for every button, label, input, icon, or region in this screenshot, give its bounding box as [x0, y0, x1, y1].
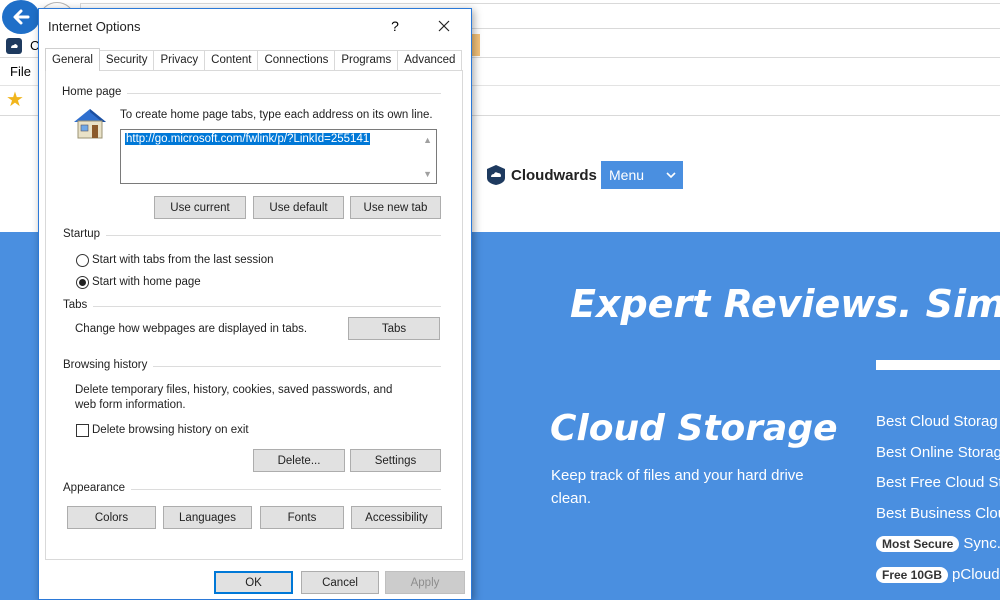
- site-menu-button[interactable]: Menu: [601, 161, 683, 189]
- scroll-up-icon[interactable]: ▲: [423, 135, 432, 145]
- tabs-description: Change how webpages are displayed in tab…: [75, 323, 308, 335]
- hero-link-text: Best Online Storag: [876, 443, 1000, 461]
- use-current-button[interactable]: Use current: [154, 196, 246, 219]
- tab-privacy[interactable]: Privacy: [153, 50, 206, 71]
- free-10gb-badge: Free 10GB: [876, 566, 949, 583]
- browsing-history-description-1: Delete temporary files, history, cookies…: [75, 384, 393, 396]
- hero-link[interactable]: Best Business Clou: [876, 502, 1000, 533]
- cancel-button[interactable]: Cancel: [301, 571, 379, 594]
- tabs-group-label: Tabs: [63, 299, 94, 311]
- startup-last-session-radio[interactable]: [76, 254, 89, 267]
- dialog-tabs: General Security Privacy Content Connect…: [45, 48, 463, 71]
- dialog-title: Internet Options: [48, 19, 141, 34]
- hero-link[interactable]: Best Free Cloud St: [876, 471, 1000, 502]
- accessibility-button[interactable]: Accessibility: [351, 506, 442, 529]
- cloud-storage-heading[interactable]: Cloud Storage: [550, 408, 838, 449]
- internet-options-dialog: Internet Options ? General Security Priv…: [38, 8, 472, 600]
- scroll-down-icon[interactable]: ▼: [423, 169, 432, 179]
- languages-button[interactable]: Languages: [163, 506, 252, 529]
- browsing-history-group-label: Browsing history: [63, 359, 154, 371]
- startup-home-page-radio[interactable]: [76, 276, 89, 289]
- tab-advanced[interactable]: Advanced: [397, 50, 463, 71]
- close-button[interactable]: [425, 13, 463, 39]
- help-button[interactable]: ?: [378, 13, 412, 39]
- hero-link-text: Best Cloud Storag: [876, 413, 998, 430]
- fonts-button[interactable]: Fonts: [260, 506, 344, 529]
- appearance-group-label: Appearance: [63, 482, 132, 494]
- tab-connections[interactable]: Connections: [257, 50, 336, 71]
- home-page-instruction: To create home page tabs, type each addr…: [120, 109, 433, 121]
- cloud-storage-description: Keep track of files and your hard drive …: [551, 467, 804, 507]
- dialog-title-bar[interactable]: Internet Options ?: [39, 9, 471, 43]
- browsing-history-description-2: web form information.: [75, 399, 186, 411]
- home-icon: [74, 109, 106, 139]
- hero-link-text: Sync.: [963, 535, 1000, 552]
- cloudwards-favicon-icon: [6, 38, 22, 54]
- hero-link-text: Best Free Cloud St: [876, 474, 1000, 491]
- apply-button[interactable]: Apply: [385, 571, 465, 594]
- close-icon: [438, 20, 450, 32]
- home-page-group-label: Home page: [62, 86, 128, 98]
- tabs-settings-button[interactable]: Tabs: [348, 317, 440, 340]
- site-menu-label: Menu: [609, 167, 645, 183]
- home-page-url-value: http://go.microsoft.com/fwlink/p/?LinkId…: [125, 133, 371, 145]
- hero-link-list: Best Cloud Storag Best Online Storag Bes…: [876, 410, 1000, 593]
- use-default-button[interactable]: Use default: [253, 196, 344, 219]
- delete-on-exit-label[interactable]: Delete browsing history on exit: [92, 424, 249, 436]
- delete-history-button[interactable]: Delete...: [253, 449, 345, 472]
- chevron-down-icon: [666, 172, 676, 179]
- most-secure-badge: Most Secure: [876, 536, 960, 552]
- startup-group-line: [63, 235, 441, 236]
- startup-group-label: Startup: [63, 228, 107, 240]
- history-settings-button[interactable]: Settings: [350, 449, 441, 472]
- favorites-star-icon[interactable]: ★: [6, 89, 24, 111]
- hero-link[interactable]: Most Secure Sync.: [876, 532, 1000, 563]
- startup-last-session-label[interactable]: Start with tabs from the last session: [92, 254, 274, 266]
- hero-link[interactable]: Best Cloud Storag: [876, 410, 1000, 441]
- tabs-group-line: [63, 306, 441, 307]
- tab-content[interactable]: Content: [204, 50, 259, 71]
- arrow-left-icon: [13, 9, 30, 25]
- cloudwards-logo-icon: [487, 165, 505, 185]
- back-button[interactable]: [2, 0, 40, 34]
- hero-link[interactable]: Best Online Storag: [876, 441, 1000, 472]
- ok-button[interactable]: OK: [214, 571, 293, 594]
- use-new-tab-button[interactable]: Use new tab: [350, 196, 441, 219]
- hero-link[interactable]: Free 10GB pCloud: [876, 563, 1000, 594]
- hero-link-text: pCloud: [952, 565, 1000, 583]
- tab-security[interactable]: Security: [98, 50, 155, 71]
- menu-file[interactable]: File: [10, 64, 31, 79]
- colors-button[interactable]: Colors: [67, 506, 156, 529]
- tab-general[interactable]: General: [45, 48, 100, 71]
- tab-programs[interactable]: Programs: [334, 50, 399, 71]
- startup-home-page-label[interactable]: Start with home page: [92, 276, 201, 288]
- home-page-url-textarea[interactable]: http://go.microsoft.com/fwlink/p/?LinkId…: [120, 129, 437, 184]
- delete-on-exit-checkbox[interactable]: [76, 424, 89, 437]
- hero-title: Expert Reviews. Simple S: [570, 282, 1000, 326]
- hero-card-edge: [876, 360, 1000, 370]
- hero-link-text: Best Business Clou: [876, 504, 1000, 522]
- site-logo-text[interactable]: Cloudwards: [511, 167, 597, 184]
